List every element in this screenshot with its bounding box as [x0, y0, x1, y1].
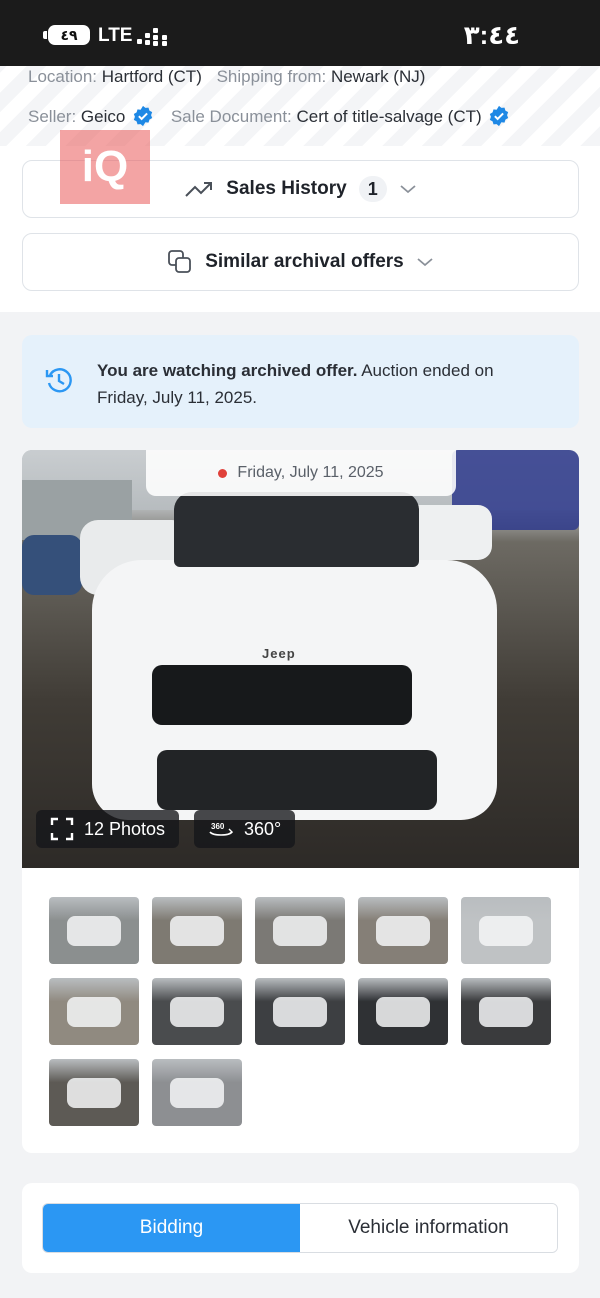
thumbnail-door-label[interactable] [152, 1059, 242, 1126]
clock: ٣:٤٤ [463, 20, 520, 50]
sales-history-label: Sales History [226, 178, 347, 199]
live-dot-icon [218, 468, 228, 478]
seller-line: Seller: Geico Sale Document: Cert of tit… [28, 105, 522, 127]
archived-notice-bold: You are watching archived offer. [97, 361, 358, 380]
rotate-360-icon: 360 [209, 822, 234, 836]
verified-icon [490, 105, 509, 127]
fullscreen-icon [50, 817, 74, 841]
thumbnail-front[interactable] [461, 897, 551, 964]
photos-count-button[interactable]: 12 Photos [36, 810, 180, 848]
copy-icon [168, 250, 192, 273]
thumbnail-front-left[interactable] [49, 897, 139, 964]
tab-bar: Bidding Vehicle information [22, 1183, 579, 1273]
svg-text:360: 360 [211, 822, 225, 831]
thumbnail-infotainment[interactable] [358, 978, 448, 1045]
thumbnail-rear-left[interactable] [152, 897, 242, 964]
view-360-button[interactable]: 360 360° [194, 810, 296, 848]
seller-label: Seller: [28, 107, 77, 126]
history-icon [45, 368, 72, 393]
auction-date: Friday, July 11, 2025 [237, 464, 384, 481]
shipping-value: Newark (NJ) [330, 67, 426, 86]
thumbnail-dashboard[interactable] [255, 978, 345, 1045]
battery-indicator: ٤٩ [43, 25, 90, 45]
thumbnail-front-right[interactable] [358, 897, 448, 964]
photo-gallery: Jeep Friday, July 11, 2025 12 Photos 360… [22, 450, 579, 1153]
trending-up-icon [185, 182, 213, 197]
sales-history-count: 1 [358, 176, 387, 202]
tab-vehicle-information[interactable]: Vehicle information [300, 1204, 557, 1252]
thumbnail-rear-open[interactable] [49, 978, 139, 1045]
vehicle-badge: Jeep [262, 646, 296, 661]
thumbnail-rear[interactable] [255, 897, 345, 964]
main-vehicle-photo[interactable]: Jeep Friday, July 11, 2025 12 Photos 360… [22, 450, 579, 868]
seller-value: Geico [80, 107, 126, 126]
verified-icon [133, 105, 153, 127]
location-value: Hartford (CT) [101, 67, 202, 86]
thumbnail-interior-airbag[interactable] [152, 978, 242, 1045]
auction-date-chip: Friday, July 11, 2025 [146, 450, 456, 496]
signal-icon [137, 25, 171, 47]
archived-notice: You are watching archived offer. Auction… [22, 335, 579, 428]
location-label: Location: [28, 67, 97, 86]
similar-offers-label: Similar archival offers [205, 251, 404, 272]
sale-document-label: Sale Document: [170, 107, 292, 126]
location-line: Location: Hartford (CT) Shipping from: N… [28, 67, 435, 87]
thumbnail-rear-seats[interactable] [461, 978, 551, 1045]
status-bar: ٤٩ LTE ٣:٤٤ [0, 0, 600, 66]
photos-count-label: 12 Photos [84, 818, 166, 839]
sale-document-value: Cert of title-salvage (CT) [296, 107, 482, 126]
chevron-down-icon [417, 258, 433, 267]
shipping-label: Shipping from: [216, 67, 327, 86]
archived-notice-text: You are watching archived offer. Auction… [97, 357, 537, 411]
network-type: LTE [98, 25, 133, 46]
similar-offers-button[interactable]: Similar archival offers [22, 233, 579, 291]
tab-bidding[interactable]: Bidding [43, 1204, 300, 1252]
watermark-logo: iQ [60, 130, 150, 204]
chevron-down-icon [400, 185, 416, 194]
view-360-label: 360° [244, 818, 282, 839]
thumbnail-engine[interactable] [49, 1059, 139, 1126]
